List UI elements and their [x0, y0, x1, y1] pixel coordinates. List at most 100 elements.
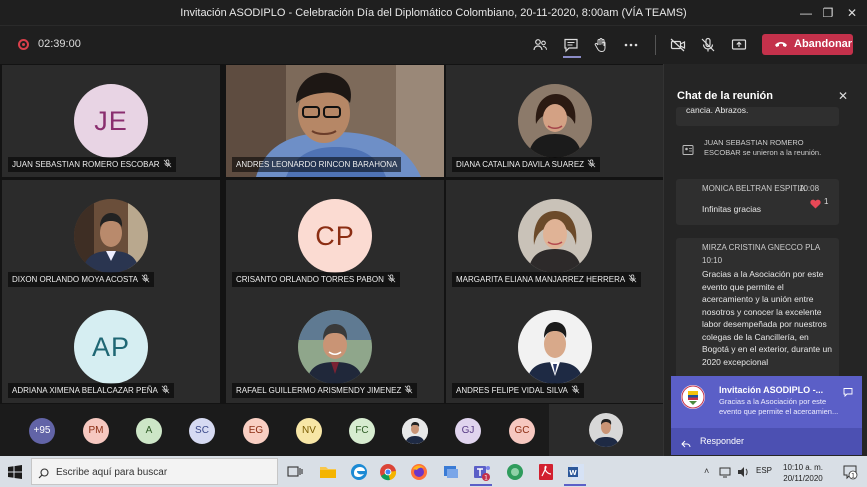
chrome-icon[interactable]	[378, 462, 398, 482]
chat-icon	[564, 38, 578, 53]
windows-logo-icon	[8, 465, 22, 479]
edge-icon[interactable]	[349, 462, 369, 482]
self-view[interactable]	[549, 404, 663, 456]
participant-tile[interactable]: AP ADRIANA XIMENA BELALCAZAR PEÑA	[2, 291, 220, 403]
participant-name: ANDRES LEONARDO RINCON BARAHONA	[232, 157, 402, 172]
window-title: Invitación ASODIPLO - Celebración Día de…	[180, 7, 687, 19]
participants-button[interactable]	[529, 35, 551, 55]
participant-photo	[518, 84, 592, 158]
notification-body[interactable]: Invitación ASODIPLO -... Gracias a la As…	[671, 376, 862, 427]
strip-avatar[interactable]: FC	[349, 418, 375, 444]
join-icon	[682, 143, 694, 155]
sender-avatar	[681, 385, 705, 409]
close-window-button[interactable]: ✕	[843, 4, 861, 22]
search-placeholder: Escribe aquí para buscar	[56, 467, 168, 478]
message-text: Infinitas gracias	[702, 204, 762, 214]
strip-avatar[interactable]: EG	[243, 418, 269, 444]
participant-name: CRISANTO ORLANDO TORRES PABON	[232, 272, 400, 287]
tray-chevron-icon[interactable]: ˄	[704, 466, 709, 476]
chat-notification[interactable]: Invitación ASODIPLO -... Gracias a la As…	[671, 376, 862, 455]
participant-tile[interactable]: JE JUAN SEBASTIAN ROMERO ESCOBAR	[2, 65, 220, 177]
strip-avatar[interactable]: PM	[83, 418, 109, 444]
search-icon	[38, 466, 49, 479]
word-icon[interactable]: W	[566, 462, 586, 482]
hang-up-icon	[775, 42, 787, 47]
participant-tile[interactable]: DIXON ORLANDO MOYA ACOSTA	[2, 180, 220, 292]
participant-name: ANDRES FELIPE VIDAL SILVA	[452, 383, 584, 398]
participant-name: RAFAEL GUILLERMO ARISMENDY JIMENEZ	[232, 383, 418, 398]
active-app-indicator	[470, 484, 492, 486]
mic-off-icon	[163, 159, 171, 168]
maximize-button[interactable]: ❐	[819, 4, 837, 22]
avatar: CP	[298, 199, 372, 273]
participant-photo	[518, 310, 592, 384]
strip-avatar[interactable]: SC	[189, 418, 215, 444]
acrobat-icon[interactable]	[536, 462, 556, 482]
chat-message-card: MONICA BELTRAN ESPITIA 10:08 Infinitas g…	[676, 179, 839, 225]
participant-tile[interactable]: CP CRISANTO ORLANDO TORRES PABON	[226, 180, 444, 292]
participant-name: MARGARITA ELIANA MANJARREZ HERRERA	[452, 272, 642, 287]
toolbar-divider	[655, 35, 656, 55]
reply-icon	[681, 436, 691, 448]
participant-tile[interactable]: ANDRES FELIPE VIDAL SILVA	[446, 291, 664, 403]
participant-name: ADRIANA XIMENA BELALCAZAR PEÑA	[8, 383, 174, 398]
clock-time: 10:10 a. m.	[783, 463, 824, 472]
teams-badge: 1	[484, 475, 488, 482]
message-sender: MONICA BELTRAN ESPITIA	[702, 184, 805, 193]
app-icon[interactable]	[441, 462, 461, 482]
input-language[interactable]: ESP	[756, 466, 772, 475]
notification-title: Invitación ASODIPLO -...	[719, 385, 824, 395]
active-app-indicator	[564, 484, 586, 486]
chat-message-card: MIRZA CRISTINA GNECCO PLA 10:10 Gracias …	[676, 238, 839, 378]
windows-start-button[interactable]	[8, 465, 22, 479]
heart-icon[interactable]	[810, 196, 821, 209]
participant-photo	[298, 310, 372, 384]
taskbar-search[interactable]: Escribe aquí para buscar	[31, 458, 278, 485]
mic-off-icon	[587, 159, 596, 168]
mic-off-icon	[405, 385, 413, 394]
participant-tile[interactable]: MARGARITA ELIANA MANJARREZ HERRERA	[446, 180, 664, 292]
participant-tile[interactable]: DIANA CATALINA DAVILA SUAREZ	[446, 65, 664, 177]
globe-app-icon[interactable]	[505, 462, 525, 482]
mic-off-icon	[701, 37, 715, 52]
strip-avatar[interactable]: GJ	[455, 418, 481, 444]
strip-avatar[interactable]: GC	[509, 418, 535, 444]
participant-tile[interactable]: RAFAEL GUILLERMO ARISMENDY JIMENEZ	[226, 291, 444, 403]
minimize-button[interactable]: —	[797, 4, 815, 22]
self-avatar	[589, 413, 623, 447]
more-options-button[interactable]	[620, 35, 642, 55]
recording-icon	[18, 39, 29, 50]
chat-button[interactable]	[560, 35, 582, 55]
chat-close-button[interactable]: ✕	[838, 89, 848, 103]
camera-off-icon	[670, 38, 686, 52]
avatar: AP	[74, 310, 148, 384]
camera-toggle-button[interactable]	[667, 35, 689, 55]
file-explorer-icon[interactable]	[318, 462, 338, 482]
teams-window: Invitación ASODIPLO - Celebración Día de…	[0, 0, 867, 487]
leave-button[interactable]: Abandonar	[762, 34, 853, 55]
reply-button[interactable]: Responder	[671, 428, 862, 455]
teams-icon[interactable]: 1	[472, 462, 492, 482]
share-button[interactable]	[728, 35, 750, 55]
volume-icon[interactable]	[737, 465, 749, 477]
avatar: JE	[74, 84, 148, 158]
chat-active-indicator	[563, 56, 581, 58]
strip-avatar[interactable]: A	[136, 418, 162, 444]
notification-center-icon[interactable]: 1	[842, 464, 858, 480]
raise-hand-button[interactable]	[590, 35, 612, 55]
windows-taskbar: Escribe aquí para buscar 1 W ˄ ESP 10:10…	[0, 456, 867, 487]
svg-text:1: 1	[851, 473, 855, 480]
firefox-icon[interactable]	[409, 462, 429, 482]
participant-tile[interactable]: ANDRES LEONARDO RINCON BARAHONA	[226, 65, 444, 177]
notification-text: Gracias a la Asociación por este evento …	[719, 397, 839, 416]
more-participants-button[interactable]: +95	[29, 418, 55, 444]
strip-avatar-photo[interactable]	[402, 418, 428, 444]
reply-label: Responder	[700, 436, 745, 446]
strip-avatar[interactable]: NV	[296, 418, 322, 444]
taskbar-clock[interactable]: 10:10 a. m. 20/11/2020	[783, 462, 823, 484]
mic-toggle-button[interactable]	[697, 35, 719, 55]
reaction-count: 1	[824, 197, 829, 206]
network-icon[interactable]	[719, 465, 731, 478]
task-view-icon[interactable]	[285, 462, 305, 482]
clock-date: 20/11/2020	[783, 474, 823, 483]
